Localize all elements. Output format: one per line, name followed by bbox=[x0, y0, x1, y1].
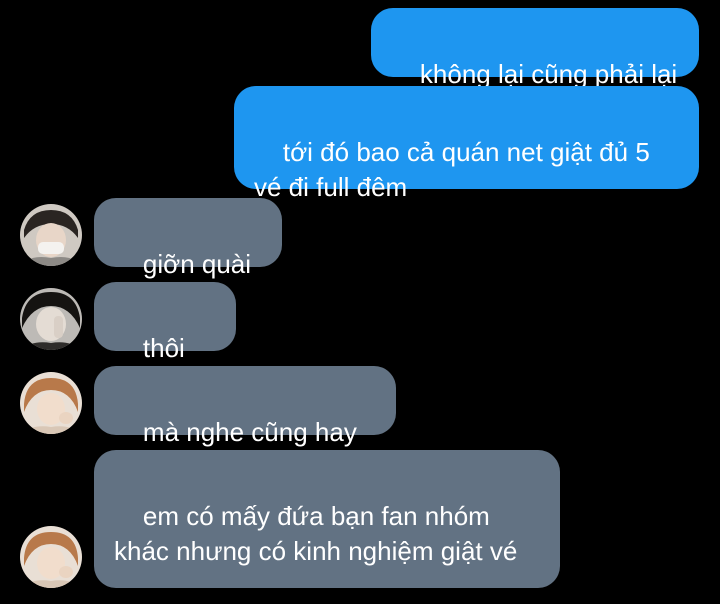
person-avatar-icon[interactable] bbox=[20, 204, 82, 266]
received-message-bubble[interactable]: mà nghe cũng hay ớ bbox=[94, 366, 396, 482]
person-avatar-icon[interactable] bbox=[20, 526, 82, 588]
message-text: em có mấy đứa bạn fan nhóm khác nhưng có… bbox=[114, 501, 518, 566]
person-avatar-icon[interactable] bbox=[20, 288, 82, 350]
message-text: không lại cũng phải lại bbox=[419, 59, 678, 89]
received-message-bubble[interactable]: em có mấy đứa bạn fan nhóm khác nhưng có… bbox=[94, 450, 560, 588]
sent-message-bubble[interactable]: không lại cũng phải lại bbox=[371, 8, 699, 89]
person-avatar-icon[interactable] bbox=[20, 372, 82, 434]
received-message-bubble[interactable]: thôi nha bbox=[94, 282, 236, 398]
received-message-bubble[interactable]: giỡn quài ní bbox=[94, 198, 282, 314]
sent-message-bubble[interactable]: tới đó bao cả quán net giật đủ 5 vé đi f… bbox=[234, 86, 699, 202]
chat-thread: không lại cũng phải lại tới đó bao cả qu… bbox=[0, 0, 720, 595]
message-text: tới đó bao cả quán net giật đủ 5 vé đi f… bbox=[254, 137, 658, 202]
